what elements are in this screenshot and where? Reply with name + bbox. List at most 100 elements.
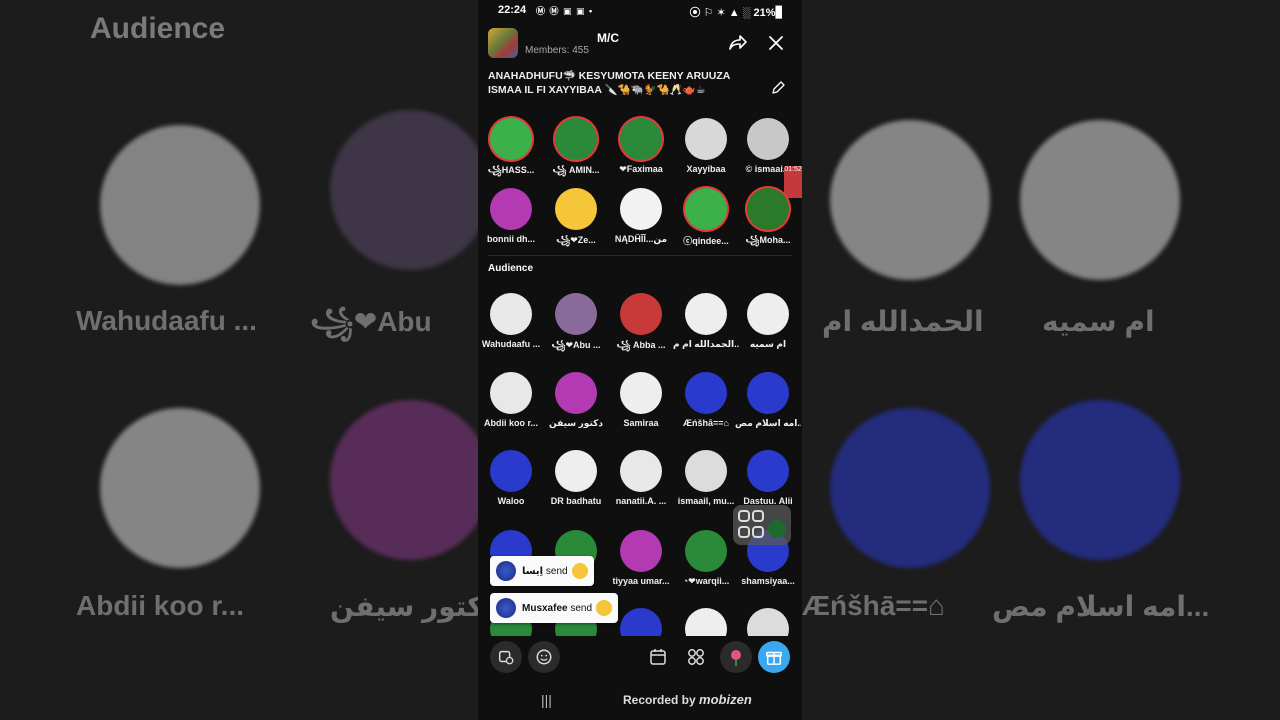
bg-label: ꧁❤Abu bbox=[310, 306, 432, 337]
seat-name: ❤Faximaa bbox=[619, 164, 663, 174]
mic-settings-icon bbox=[498, 650, 514, 665]
audience-name: Waloo bbox=[497, 496, 525, 506]
share-icon[interactable] bbox=[728, 33, 748, 51]
status-time: 22:24 bbox=[498, 4, 527, 16]
toast-avatar bbox=[496, 561, 516, 581]
seat-name: bonnii dh... bbox=[487, 234, 535, 244]
audience-avatar[interactable] bbox=[620, 450, 662, 492]
audience-avatar[interactable] bbox=[490, 372, 532, 414]
room-cover-image[interactable] bbox=[488, 28, 518, 58]
toast-avatar bbox=[496, 598, 516, 618]
recorder-prefix: Recorded by bbox=[623, 693, 696, 707]
bg-avatar bbox=[830, 408, 990, 568]
background-left: Audience Wahudaafu ... ꧁❤Abu Abdii koo r… bbox=[0, 0, 478, 720]
bg-avatar bbox=[330, 110, 478, 270]
rose-gift-button[interactable] bbox=[720, 641, 752, 673]
audience-avatar[interactable] bbox=[685, 372, 727, 414]
emoji-button[interactable] bbox=[528, 641, 560, 673]
audience-avatar[interactable] bbox=[685, 530, 727, 572]
bg-avatar bbox=[1020, 120, 1180, 280]
seat-avatar[interactable] bbox=[555, 118, 597, 160]
mic-settings-button[interactable] bbox=[490, 641, 522, 673]
audience-name: ◔❤warqii... bbox=[682, 576, 730, 586]
members-count[interactable]: Members: 455 bbox=[525, 45, 589, 56]
close-icon[interactable] bbox=[766, 33, 786, 53]
apps-grid-icon[interactable] bbox=[686, 647, 706, 667]
seat-avatar[interactable] bbox=[620, 118, 662, 160]
room-title: M/C bbox=[597, 31, 619, 45]
audience-name: Æńšhā==⌂ bbox=[683, 418, 729, 428]
audience-avatar[interactable] bbox=[685, 450, 727, 492]
emoji-icon bbox=[536, 649, 552, 665]
phone-screen: 22:24 Ⓜ Ⓜ ▣ ▣ • ⦿ ⚐ ✶ ▲ ░ 21%▊ M/C Membe… bbox=[478, 0, 802, 720]
audience-name: امه اسلام مص... bbox=[735, 418, 801, 428]
seat-avatar[interactable] bbox=[490, 118, 532, 160]
audience-avatar[interactable] bbox=[620, 293, 662, 335]
audience-avatar[interactable] bbox=[747, 608, 789, 636]
seat-avatar[interactable] bbox=[685, 118, 727, 160]
bg-label: ام سميه bbox=[1042, 306, 1155, 337]
audience-name: Samiraa bbox=[623, 418, 659, 428]
seat-avatar[interactable] bbox=[747, 118, 789, 160]
gift-icon bbox=[571, 563, 588, 579]
audience-name: ꧁❤Abu ... bbox=[551, 340, 601, 350]
bg-label: Æńšhā==⌂ bbox=[802, 590, 945, 621]
audience-avatar[interactable] bbox=[620, 608, 662, 636]
audience-name: Wahudaafu ... bbox=[481, 339, 541, 349]
seat-name: ⓒqindee... bbox=[683, 236, 729, 246]
edit-icon[interactable] bbox=[770, 80, 786, 96]
status-notification-icons: Ⓜ Ⓜ ▣ ▣ • bbox=[536, 6, 594, 16]
audience-name: ꧁ Abba ... bbox=[616, 340, 666, 350]
bg-avatar bbox=[830, 120, 990, 280]
audience-name: shamsiyaa... bbox=[741, 576, 795, 586]
bg-label: Abdii koo r... bbox=[76, 590, 245, 621]
audience-avatar[interactable] bbox=[490, 293, 532, 335]
seat-avatar[interactable] bbox=[685, 188, 727, 230]
seat-name: Xayyibaa bbox=[686, 164, 726, 174]
system-nav-bar: ||| Recorded by mobizen bbox=[478, 682, 802, 720]
bg-avatar bbox=[100, 408, 260, 568]
section-divider bbox=[488, 255, 792, 256]
seat-name: NĄDĤĪĪ...من bbox=[614, 234, 668, 244]
bg-avatar bbox=[330, 400, 478, 560]
toast-user: اِيسا bbox=[522, 565, 544, 577]
audience-avatar[interactable] bbox=[747, 450, 789, 492]
gift-box-icon bbox=[766, 651, 782, 665]
audience-avatar[interactable] bbox=[747, 372, 789, 414]
audience-avatar[interactable] bbox=[685, 293, 727, 335]
audience-name: الحمدالله ام م... bbox=[673, 339, 739, 349]
audience-avatar[interactable] bbox=[555, 450, 597, 492]
bg-label: الحمدالله ام bbox=[822, 306, 984, 337]
bg-label: امه اسلام مص... bbox=[992, 591, 1210, 622]
room-description: ANAHADHUFU🦈 KESYUMOTA KEENY ARUUZA ISMAA… bbox=[488, 70, 730, 96]
background-right: الحمدالله ام ام سميه Æńšhā==⌂ امه اسلام … bbox=[802, 0, 1280, 720]
gift-icon bbox=[596, 600, 613, 616]
gift-button[interactable] bbox=[758, 641, 790, 673]
calendar-icon[interactable] bbox=[648, 647, 668, 667]
seat-name: ꧁❤Ze... bbox=[556, 235, 596, 245]
recording-badge[interactable]: 01:52 bbox=[784, 166, 802, 198]
gift-toast: Musxafee send bbox=[490, 593, 619, 623]
recorder-watermark: Recorded by mobizen bbox=[623, 692, 752, 707]
seat-avatar[interactable] bbox=[620, 188, 662, 230]
background-title: Audience bbox=[90, 12, 226, 45]
seat-name: ꧁HASS... bbox=[487, 165, 535, 175]
floating-recorder-control[interactable] bbox=[733, 505, 791, 545]
gift-toast: اِيسا send bbox=[490, 556, 594, 586]
audience-avatar[interactable] bbox=[747, 293, 789, 335]
recent-apps-button[interactable]: ||| bbox=[541, 692, 552, 708]
audience-name: nanatii.A. ... bbox=[615, 496, 667, 506]
seat-name: ꧁ AMIN... bbox=[552, 165, 600, 175]
seat-avatar[interactable] bbox=[490, 188, 532, 230]
grid-dots-icon bbox=[738, 510, 786, 538]
audience-avatar[interactable] bbox=[620, 372, 662, 414]
audience-name: DR badhatu bbox=[550, 496, 602, 506]
audience-avatar[interactable] bbox=[620, 530, 662, 572]
seat-avatar[interactable] bbox=[555, 188, 597, 230]
seat-avatar[interactable] bbox=[747, 188, 789, 230]
audience-avatar[interactable] bbox=[555, 372, 597, 414]
audience-avatar[interactable] bbox=[490, 450, 532, 492]
audience-name: دكتور سيفن bbox=[549, 418, 603, 428]
audience-avatar[interactable] bbox=[555, 293, 597, 335]
audience-avatar[interactable] bbox=[685, 608, 727, 636]
